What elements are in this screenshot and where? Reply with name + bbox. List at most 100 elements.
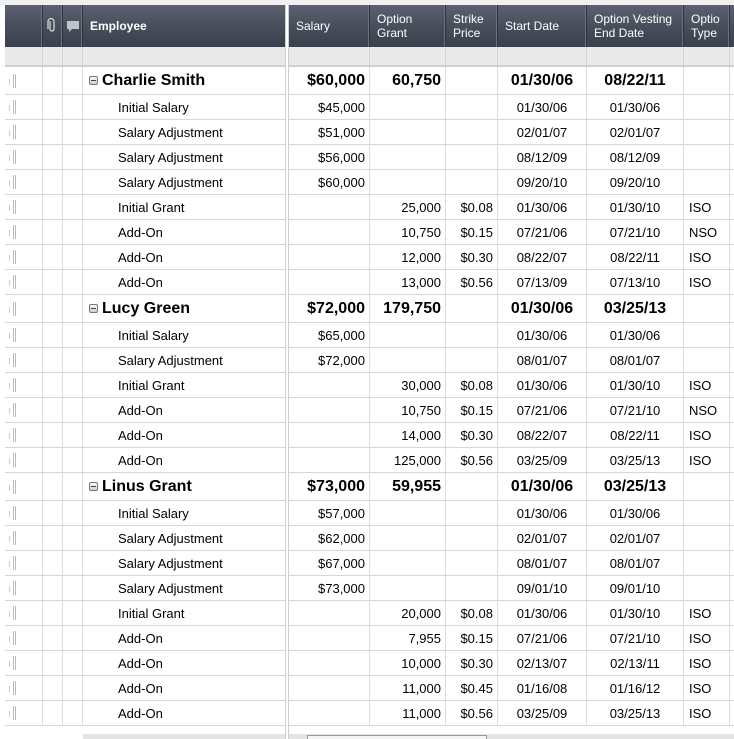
attachment-cell[interactable] (43, 601, 63, 625)
attachment-cell[interactable] (43, 473, 63, 500)
vesting-end-date-cell[interactable]: 08/12/09 (587, 145, 684, 169)
option-type-cell[interactable]: ISO (684, 601, 730, 625)
detail-row[interactable]: 12,000 $0.30 08/22/07 08/22/11 ISO (289, 245, 734, 270)
employee-cell[interactable]: Add-On (83, 676, 285, 700)
collapse-minus-icon[interactable] (89, 304, 98, 313)
drag-handle-icon[interactable] (9, 353, 16, 367)
strike-price-cell[interactable] (446, 526, 498, 550)
option-type-cell[interactable]: ISO (684, 195, 730, 219)
comment-cell[interactable] (63, 651, 83, 675)
start-date-cell[interactable]: 07/21/06 (498, 398, 587, 422)
row-handle-cell[interactable] (5, 220, 43, 244)
strike-price-cell[interactable]: $0.15 (446, 398, 498, 422)
vesting-end-date-cell[interactable]: 01/30/06 (587, 95, 684, 119)
option-grant-cell[interactable]: 10,000 (370, 651, 446, 675)
detail-row[interactable]: 14,000 $0.30 08/22/07 08/22/11 ISO (289, 423, 734, 448)
start-date-cell[interactable]: 01/30/06 (498, 501, 587, 525)
salary-cell[interactable]: $60,000 (289, 67, 370, 94)
option-grant-cell[interactable]: 30,000 (370, 373, 446, 397)
comment-cell[interactable] (63, 448, 83, 472)
salary-cell[interactable]: $57,000 (289, 501, 370, 525)
option-grant-cell[interactable]: 11,000 (370, 676, 446, 700)
option-type-cell[interactable] (684, 95, 730, 119)
row-handle-cell[interactable] (5, 348, 43, 372)
employee-cell[interactable]: Salary Adjustment (83, 526, 285, 550)
strike-price-cell[interactable]: $0.56 (446, 270, 498, 294)
attachment-cell[interactable] (43, 501, 63, 525)
detail-row[interactable]: 7,955 $0.15 07/21/06 07/21/10 ISO (289, 626, 734, 651)
vesting-end-date-cell[interactable]: 01/30/10 (587, 373, 684, 397)
option-grant-cell[interactable]: 10,750 (370, 220, 446, 244)
drag-handle-icon[interactable] (9, 100, 16, 114)
attachment-cell[interactable] (43, 195, 63, 219)
salary-cell[interactable]: $51,000 (289, 120, 370, 144)
comment-cell[interactable] (63, 676, 83, 700)
vesting-end-date-cell[interactable]: 01/30/10 (587, 601, 684, 625)
row-handle-cell[interactable] (5, 651, 43, 675)
drag-handle-icon[interactable] (9, 656, 16, 670)
salary-cell[interactable]: $67,000 (289, 551, 370, 575)
filter-vesting-end-date[interactable] (587, 47, 684, 65)
vesting-end-date-cell[interactable]: 09/01/10 (587, 576, 684, 600)
employee-cell[interactable]: Charlie Smith (83, 67, 285, 94)
strike-price-cell[interactable]: $0.30 (446, 651, 498, 675)
option-type-cell[interactable]: ISO (684, 448, 730, 472)
salary-cell[interactable]: $73,000 (289, 473, 370, 500)
vesting-end-date-cell[interactable]: 08/01/07 (587, 348, 684, 372)
start-date-cell[interactable]: 08/01/07 (498, 348, 587, 372)
employee-cell[interactable]: Salary Adjustment (83, 551, 285, 575)
attachment-cell[interactable] (43, 526, 63, 550)
employee-row[interactable]: $60,000 60,750 01/30/06 08/22/11 (289, 67, 734, 95)
drag-handle-icon[interactable] (9, 200, 16, 214)
row-handle-cell[interactable] (5, 120, 43, 144)
header-salary[interactable]: Salary (289, 5, 370, 47)
salary-cell[interactable]: $60,000 (289, 170, 370, 194)
drag-handle-icon[interactable] (9, 428, 16, 442)
strike-price-cell[interactable] (446, 348, 498, 372)
option-grant-cell[interactable] (370, 95, 446, 119)
option-grant-cell[interactable] (370, 120, 446, 144)
row-handle-cell[interactable] (5, 448, 43, 472)
start-date-cell[interactable]: 07/21/06 (498, 220, 587, 244)
salary-cell[interactable] (289, 195, 370, 219)
detail-row[interactable]: Salary Adjustment (5, 170, 285, 195)
option-grant-cell[interactable]: 10,750 (370, 398, 446, 422)
detail-row[interactable]: Initial Salary (5, 323, 285, 348)
start-date-cell[interactable]: 01/30/06 (498, 295, 587, 322)
comment-cell[interactable] (63, 473, 83, 500)
detail-row[interactable]: $51,000 02/01/07 02/01/07 (289, 120, 734, 145)
strike-price-cell[interactable]: $0.15 (446, 220, 498, 244)
drag-handle-icon[interactable] (9, 73, 16, 88)
vesting-end-date-cell[interactable]: 02/01/07 (587, 526, 684, 550)
comment-cell[interactable] (63, 348, 83, 372)
employee-cell[interactable]: Initial Salary (83, 323, 285, 347)
row-handle-cell[interactable] (5, 145, 43, 169)
detail-row[interactable]: Add-On (5, 270, 285, 295)
attachment-cell[interactable] (43, 676, 63, 700)
comment-cell[interactable] (63, 398, 83, 422)
start-date-cell[interactable]: 09/01/10 (498, 576, 587, 600)
filter-strike-price[interactable] (446, 47, 498, 65)
drag-handle-icon[interactable] (9, 531, 16, 545)
option-type-cell[interactable] (684, 526, 730, 550)
option-grant-cell[interactable]: 13,000 (370, 270, 446, 294)
header-option-grant[interactable]: Option Grant (370, 5, 446, 47)
detail-row[interactable]: Initial Salary (5, 95, 285, 120)
row-handle-cell[interactable] (5, 270, 43, 294)
start-date-cell[interactable]: 01/30/06 (498, 473, 587, 500)
comment-cell[interactable] (63, 701, 83, 725)
strike-price-cell[interactable] (446, 170, 498, 194)
start-date-cell[interactable]: 01/30/06 (498, 601, 587, 625)
option-type-cell[interactable]: NSO (684, 398, 730, 422)
start-date-cell[interactable]: 07/21/06 (498, 626, 587, 650)
start-date-cell[interactable]: 01/30/06 (498, 195, 587, 219)
filter-employee[interactable] (83, 47, 285, 65)
drag-handle-icon[interactable] (9, 556, 16, 570)
option-type-cell[interactable]: ISO (684, 651, 730, 675)
row-handle-cell[interactable] (5, 576, 43, 600)
attachment-cell[interactable] (43, 245, 63, 269)
option-grant-cell[interactable] (370, 145, 446, 169)
detail-row[interactable]: $72,000 08/01/07 08/01/07 (289, 348, 734, 373)
drag-handle-icon[interactable] (9, 479, 16, 494)
comment-cell[interactable] (63, 551, 83, 575)
